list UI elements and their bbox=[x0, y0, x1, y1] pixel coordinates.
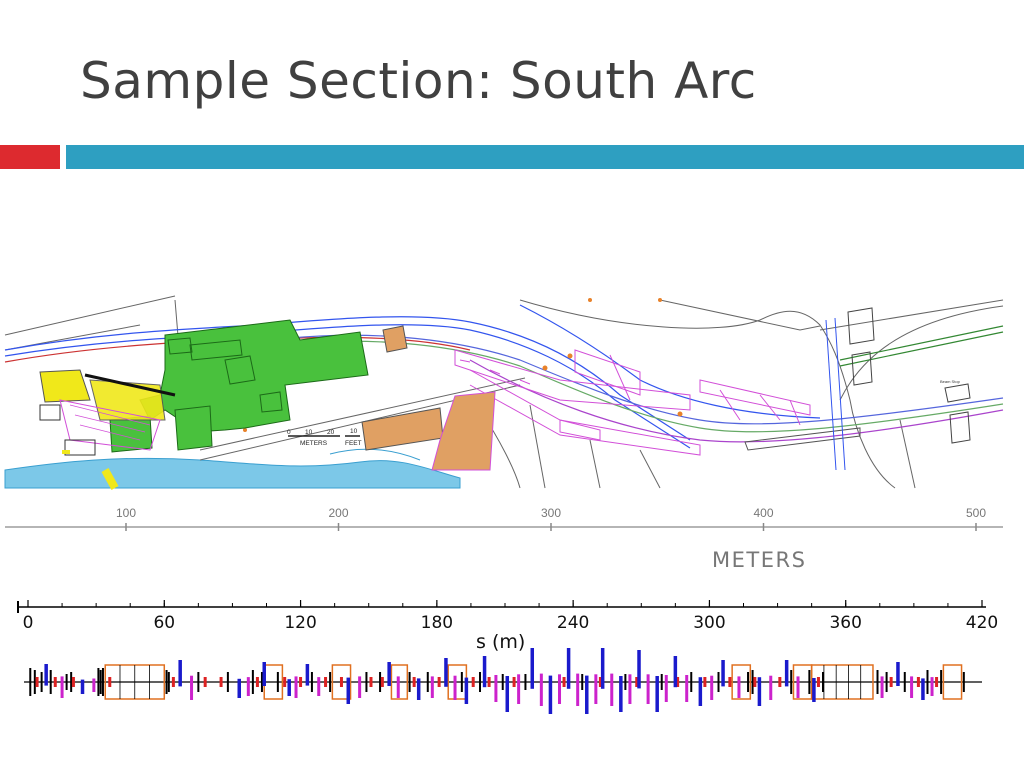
quad-defocus bbox=[664, 675, 668, 702]
quad-focus bbox=[921, 678, 925, 700]
quad-defocus bbox=[317, 677, 321, 696]
quad-focus bbox=[387, 662, 391, 686]
corrector-magnet bbox=[703, 677, 707, 687]
s-axis-tick-label: 60 bbox=[153, 613, 175, 633]
corrector-magnet bbox=[889, 677, 893, 687]
corrector-magnet bbox=[380, 677, 384, 687]
quad-focus bbox=[757, 677, 762, 706]
quad-defocus bbox=[737, 676, 741, 698]
corrector-magnet bbox=[935, 677, 939, 687]
corrector-magnet bbox=[108, 677, 112, 687]
quad-defocus bbox=[453, 675, 457, 700]
quad-focus bbox=[482, 656, 487, 688]
corrector-magnet bbox=[778, 677, 782, 687]
quad-focus bbox=[637, 650, 641, 689]
quad-defocus bbox=[910, 676, 914, 698]
quad-focus bbox=[237, 678, 241, 698]
quad-focus bbox=[416, 678, 421, 700]
quad-defocus bbox=[430, 676, 434, 698]
corrector-magnet bbox=[203, 677, 207, 687]
quad-focus bbox=[812, 678, 816, 702]
s-axis-tick-label: 240 bbox=[557, 613, 589, 633]
s-axis-tick-label: 300 bbox=[693, 613, 725, 633]
quad-focus bbox=[721, 660, 725, 687]
corrector-magnet bbox=[219, 677, 223, 687]
corrector-magnet bbox=[283, 677, 287, 687]
quad-defocus bbox=[396, 676, 400, 698]
quad-defocus bbox=[628, 674, 632, 704]
quad-focus bbox=[305, 664, 310, 686]
corrector-magnet bbox=[71, 677, 75, 687]
quad-defocus bbox=[539, 673, 543, 706]
quad-focus bbox=[444, 658, 448, 687]
quad-focus bbox=[346, 677, 351, 704]
quad-focus bbox=[673, 656, 678, 688]
s-axis-tick-label: 0 bbox=[23, 613, 34, 633]
quad-defocus bbox=[796, 676, 800, 698]
quad-defocus bbox=[246, 677, 250, 696]
quad-focus bbox=[655, 676, 659, 712]
quad-defocus bbox=[930, 677, 934, 696]
quad-focus bbox=[548, 675, 553, 714]
corrector-magnet bbox=[171, 677, 175, 687]
quad-focus bbox=[262, 662, 266, 686]
quad-focus bbox=[566, 648, 571, 689]
corrector-magnet bbox=[35, 677, 39, 687]
quad-focus bbox=[619, 676, 623, 712]
quad-focus bbox=[287, 679, 291, 696]
quad-focus bbox=[464, 677, 469, 704]
quad-focus bbox=[80, 679, 85, 694]
s-axis-tick-label: 120 bbox=[284, 613, 316, 633]
quad-defocus bbox=[769, 675, 773, 700]
quad-defocus bbox=[710, 675, 714, 700]
quad-focus bbox=[698, 677, 703, 706]
quad-focus bbox=[585, 675, 589, 714]
quad-focus bbox=[530, 648, 535, 689]
corrector-magnet bbox=[339, 677, 343, 687]
quad-defocus bbox=[610, 673, 614, 706]
quad-defocus bbox=[594, 674, 598, 704]
quad-defocus bbox=[358, 676, 362, 698]
quad-defocus bbox=[685, 675, 689, 702]
quad-defocus bbox=[494, 675, 498, 702]
quad-focus bbox=[178, 660, 182, 687]
corrector-magnet bbox=[562, 677, 566, 687]
corrector-magnet bbox=[916, 677, 920, 687]
corrector-magnet bbox=[753, 677, 757, 687]
quad-focus bbox=[784, 660, 789, 687]
quad-defocus bbox=[190, 675, 194, 700]
corrector-magnet bbox=[512, 677, 516, 687]
quad-focus bbox=[505, 676, 510, 712]
quad-defocus bbox=[60, 676, 64, 698]
corrector-magnet bbox=[324, 677, 328, 687]
quad-focus bbox=[600, 648, 605, 689]
corrector-magnet bbox=[299, 677, 303, 687]
s-axis-tick-label: 360 bbox=[829, 613, 861, 633]
s-axis-label: s (m) bbox=[476, 631, 526, 653]
quad-defocus bbox=[294, 676, 298, 698]
corrector-magnet bbox=[487, 677, 491, 687]
quad-focus bbox=[896, 662, 900, 686]
corrector-magnet bbox=[471, 677, 475, 687]
corrector-magnet bbox=[369, 677, 373, 687]
quad-defocus bbox=[92, 678, 96, 692]
corrector-magnet bbox=[255, 677, 259, 687]
quad-defocus bbox=[880, 676, 884, 698]
quad-defocus bbox=[576, 673, 580, 706]
quad-defocus bbox=[517, 674, 521, 704]
quad-focus bbox=[44, 664, 48, 686]
corrector-magnet bbox=[53, 677, 57, 687]
quad-defocus bbox=[558, 674, 562, 704]
corrector-magnet bbox=[412, 677, 416, 687]
quad-defocus bbox=[646, 674, 650, 704]
corrector-magnet bbox=[728, 677, 732, 687]
corrector-magnet bbox=[816, 677, 820, 687]
corrector-magnet bbox=[437, 677, 441, 687]
s-axis-tick-label: 420 bbox=[966, 613, 998, 633]
s-axis-tick-label: 180 bbox=[421, 613, 453, 633]
